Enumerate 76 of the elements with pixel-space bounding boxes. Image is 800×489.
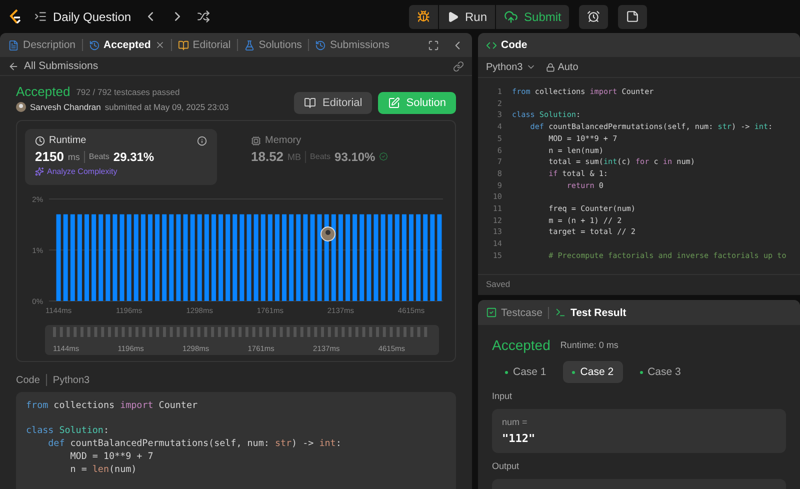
code-tab[interactable]: Code [482, 36, 532, 54]
language-selector[interactable]: Python3 [486, 62, 523, 72]
runtime-card[interactable]: Runtime 2150 ms Beats 29.31% Analyze Complexity [25, 129, 217, 185]
result-status: Accepted [492, 337, 550, 353]
maximize-icon[interactable] [428, 40, 439, 50]
alarm-button[interactable] [579, 4, 608, 28]
edit-icon [388, 97, 400, 109]
editorial-button[interactable]: Editorial [294, 92, 372, 114]
metric-label: Runtime [49, 135, 86, 146]
info-icon[interactable] [197, 136, 207, 146]
alarm-clock-icon [587, 10, 600, 23]
submit-button[interactable]: Submit [496, 4, 570, 28]
input-field: num = "112" [492, 409, 786, 453]
badge-icon [379, 152, 388, 161]
code-label: Code [16, 374, 40, 386]
metric-value: 18.52 [251, 149, 284, 164]
panel-tab[interactable]: Testcase [482, 304, 546, 322]
metric-unit: MB [288, 152, 302, 162]
input-label: Input [492, 391, 514, 401]
bug-icon [417, 10, 430, 23]
book-icon [178, 40, 189, 50]
problem-list-title[interactable]: Daily Question [53, 10, 132, 24]
beats-label: Beats [88, 152, 110, 161]
language-label: Python3 [52, 374, 90, 386]
submitted-text: submitted at May 09, 2025 23:03 [104, 102, 229, 112]
flask-icon [244, 40, 255, 50]
panel-tab[interactable]: Submissions [310, 36, 394, 54]
case-tab[interactable]: Case 2 [563, 361, 623, 383]
history-icon [88, 40, 100, 50]
code-block: from collections import Counter class Solution: def countBalancedPermutations(self, num: str) -> int: MOD = 10**9 + 7 n = len(num) [16, 392, 456, 489]
status-text: Accepted [16, 84, 70, 99]
beats-label: Beats [310, 152, 331, 161]
back-link[interactable]: All Submissions [24, 60, 98, 72]
shuffle-icon[interactable] [197, 10, 210, 23]
play-icon [447, 10, 459, 22]
avatar-marker [320, 226, 336, 242]
beats-value: 93.10% [334, 150, 376, 164]
beats-value: 29.31% [113, 150, 154, 164]
panel-tab[interactable]: Editorial [174, 36, 235, 54]
avatar-icon [16, 102, 26, 112]
panel-tab[interactable]: Solutions [240, 36, 306, 54]
debug-button[interactable] [409, 4, 438, 28]
chip-icon [251, 136, 261, 146]
testcases-text: 792 / 792 testcases passed [76, 86, 180, 96]
output-label: Output [492, 461, 520, 471]
run-button[interactable]: Run [439, 4, 496, 28]
close-icon[interactable] [154, 40, 165, 50]
note-icon [626, 10, 640, 23]
panel-tab[interactable]: Accepted [84, 36, 169, 54]
metric-unit: ms [68, 152, 80, 162]
sparkle-icon [35, 167, 44, 176]
metric-label: Memory [265, 135, 302, 146]
runtime-text: Runtime: 0 ms [560, 340, 618, 350]
memory-card[interactable]: Memory 18.52 MB Beats 93.10% [241, 129, 433, 185]
book-icon [304, 97, 316, 109]
code-icon [486, 40, 497, 50]
link-icon[interactable] [453, 60, 464, 72]
panel-tab[interactable]: Description [4, 36, 80, 54]
document-icon [8, 40, 19, 50]
saved-status: Saved [478, 274, 800, 295]
auto-mode-label[interactable]: Auto [558, 62, 578, 72]
lock-icon [546, 62, 555, 72]
terminal-icon [555, 307, 566, 318]
logo-icon[interactable] [8, 8, 22, 24]
cloud-upload-icon [504, 10, 518, 24]
clock-icon [35, 136, 45, 146]
metric-value: 2150 [35, 149, 64, 164]
author-name[interactable]: Sarvesh Chandran [30, 102, 101, 112]
back-icon[interactable] [8, 60, 19, 72]
list-icon[interactable] [34, 10, 47, 23]
panel-tab[interactable]: Test Result [551, 304, 630, 322]
note-button[interactable] [618, 4, 648, 28]
history-icon [314, 40, 326, 50]
checkbox-icon [486, 307, 497, 318]
case-tab[interactable]: Case 3 [630, 361, 690, 383]
case-tab[interactable]: Case 1 [496, 361, 556, 383]
